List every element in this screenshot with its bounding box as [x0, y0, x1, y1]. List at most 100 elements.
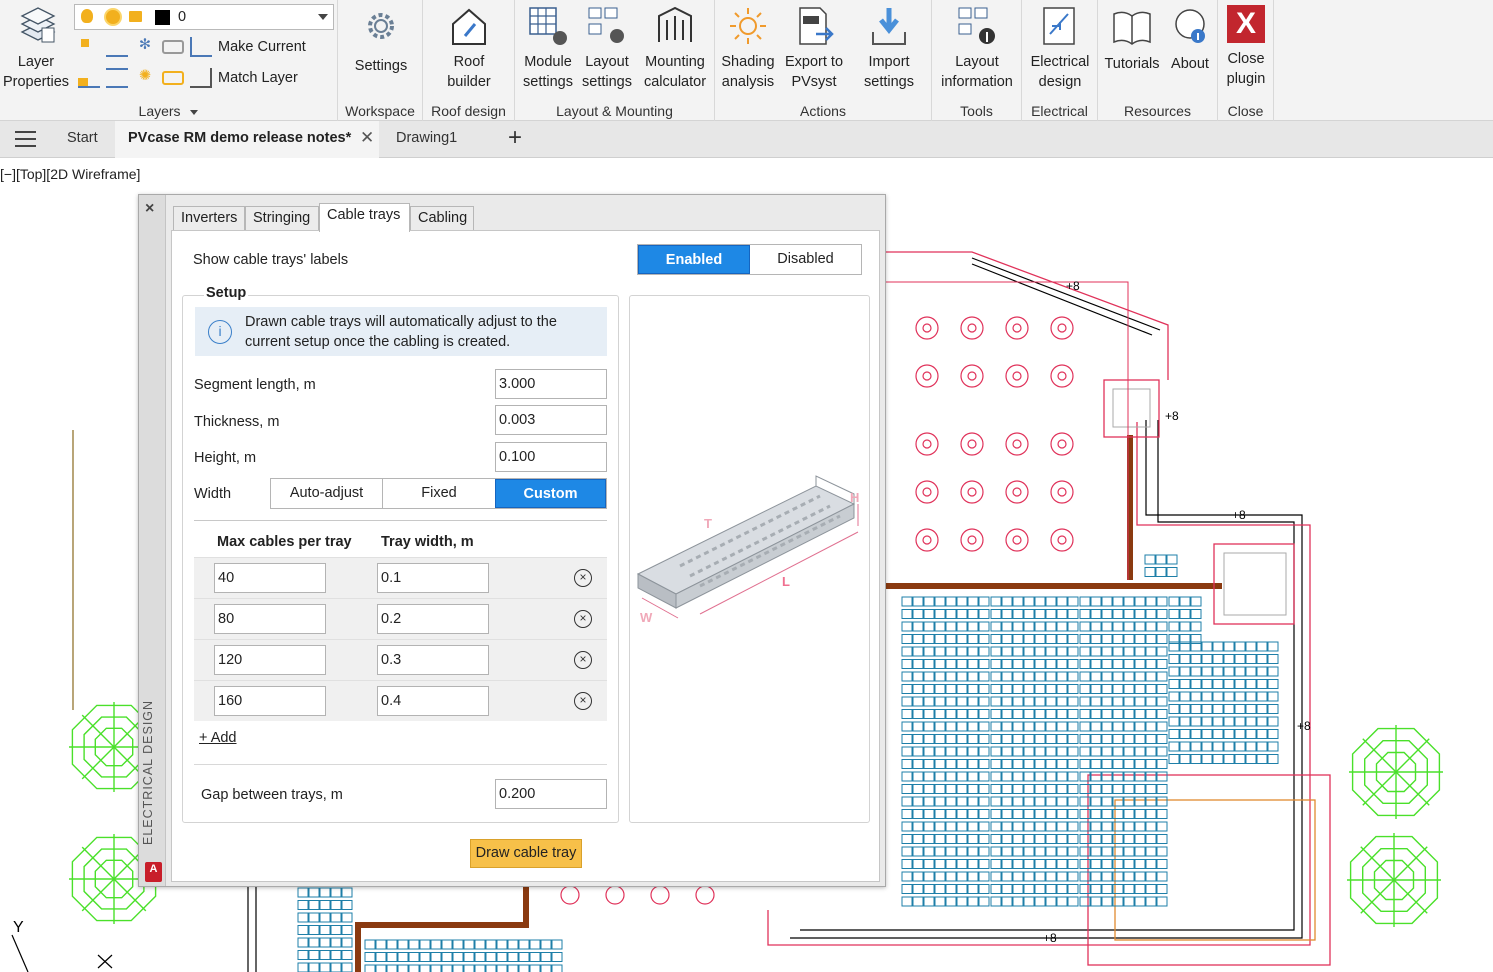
height-input[interactable]: [495, 442, 607, 472]
pv-module: [308, 962, 320, 972]
viewport-controls-label[interactable]: [−][Top][2D Wireframe]: [0, 166, 140, 182]
tab-active[interactable]: PVcase RM demo release notes* ✕: [115, 121, 379, 158]
layer-freeze-icon[interactable]: ✻: [134, 37, 156, 57]
electrical-design-button[interactable]: Electrical design: [1024, 4, 1096, 92]
tab-drawing1[interactable]: Drawing1: [396, 130, 457, 146]
custom-option[interactable]: Custom: [495, 479, 606, 508]
pv-module: [1145, 696, 1157, 707]
pv-module: [1023, 884, 1035, 894]
close-icon[interactable]: ×: [145, 200, 154, 218]
pv-module: [945, 846, 957, 857]
pv-module: [978, 609, 990, 619]
pole-marker: [922, 371, 932, 381]
layer-thaw-icon[interactable]: ✺: [134, 68, 156, 88]
pv-module: [341, 912, 353, 923]
width-label: Width: [194, 486, 232, 502]
pv-module: [1234, 729, 1246, 739]
pv-module: [923, 621, 935, 632]
tab-cabling[interactable]: Cabling: [410, 206, 474, 231]
pv-module: [474, 939, 486, 950]
palette-title-strip[interactable]: × ELECTRICAL DESIGN A: [139, 195, 166, 886]
pv-module: [1245, 741, 1257, 752]
remove-row-icon[interactable]: ×: [574, 651, 592, 669]
pv-module: [945, 621, 957, 632]
layer-off-icon[interactable]: [78, 37, 100, 57]
pole-marker: [1012, 535, 1022, 545]
pv-module: [901, 846, 913, 857]
pv-module: [1123, 796, 1135, 807]
segment-length-input[interactable]: [495, 369, 607, 399]
auto-adjust-option[interactable]: Auto-adjust: [271, 479, 383, 508]
layout-information-button[interactable]: Layout information: [934, 4, 1020, 92]
import-settings-button[interactable]: Import settings: [851, 4, 927, 92]
module-settings-button[interactable]: Module settings: [519, 4, 577, 92]
make-current-row: ✻ Make Current: [78, 37, 306, 57]
thickness-input[interactable]: [495, 405, 607, 435]
shading-analysis-button[interactable]: Shading analysis: [717, 4, 779, 92]
remove-row-icon[interactable]: ×: [574, 569, 592, 587]
layer-walk-icon[interactable]: [78, 68, 100, 88]
pole-marker: [1005, 528, 1029, 552]
max-cables-input[interactable]: [214, 645, 326, 675]
gap-input[interactable]: [495, 779, 607, 809]
layer-properties-button[interactable]: Layer Properties: [2, 4, 70, 92]
add-row-link[interactable]: + Add: [199, 730, 237, 746]
layers-panel-title[interactable]: Layers: [0, 103, 337, 119]
settings-button[interactable]: Settings: [346, 4, 416, 76]
export-pvsyst-button[interactable]: Export to PVsyst: [781, 4, 847, 92]
pv-module: [912, 896, 924, 907]
tab-cable-trays[interactable]: Cable trays: [319, 203, 410, 232]
layer-lock-icon[interactable]: [162, 40, 184, 54]
mounting-calculator-button[interactable]: Mounting calculator: [639, 4, 711, 92]
disabled-option[interactable]: Disabled: [750, 245, 861, 274]
pv-module: [330, 962, 342, 972]
pv-module: [1056, 609, 1068, 619]
enabled-option[interactable]: Enabled: [638, 245, 750, 274]
tab-start[interactable]: Start: [67, 130, 98, 146]
close-icon[interactable]: ✕: [360, 128, 374, 148]
tray-width-input[interactable]: [377, 645, 489, 675]
tab-inverters[interactable]: Inverters: [173, 206, 245, 231]
close-plugin-button[interactable]: X Close plugin: [1220, 4, 1272, 89]
max-cables-input[interactable]: [214, 604, 326, 634]
hamburger-menu-icon[interactable]: [15, 131, 36, 147]
remove-row-icon[interactable]: ×: [574, 610, 592, 628]
pv-module: [1212, 754, 1224, 764]
add-tab-button[interactable]: +: [508, 124, 522, 152]
layer-unlock-icon[interactable]: [162, 71, 184, 85]
match-layer-button[interactable]: Match Layer: [190, 68, 298, 88]
max-cables-input[interactable]: [214, 686, 326, 716]
pv-module: [1045, 596, 1057, 607]
pv-module: [1168, 609, 1180, 619]
make-current-button[interactable]: Make Current: [190, 37, 306, 57]
pole-marker: [960, 432, 984, 456]
pv-module: [1123, 834, 1135, 844]
pv-module: [319, 912, 331, 923]
layer-isolate-icon[interactable]: [106, 37, 128, 57]
layout-settings-button[interactable]: Layout settings: [579, 4, 635, 92]
layer-state-icon[interactable]: [106, 68, 128, 88]
tutorials-button[interactable]: Tutorials: [1100, 4, 1164, 74]
tray-width-input[interactable]: [377, 563, 489, 593]
pv-module: [1034, 809, 1046, 819]
max-cables-input[interactable]: [214, 563, 326, 593]
pv-module: [967, 884, 979, 894]
fixed-option[interactable]: Fixed: [383, 479, 495, 508]
pv-module: [934, 621, 946, 632]
remove-row-icon[interactable]: ×: [574, 692, 592, 710]
about-button[interactable]: About: [1166, 4, 1214, 74]
pv-module: [1245, 754, 1257, 764]
tray-width-input[interactable]: [377, 604, 489, 634]
pv-module: [934, 696, 946, 707]
tray-width-input[interactable]: [377, 686, 489, 716]
pole-marker: [915, 316, 939, 340]
pv-module: [1001, 609, 1013, 619]
pv-module: [934, 784, 946, 794]
tab-stringing[interactable]: Stringing: [245, 206, 319, 231]
pv-module: [912, 646, 924, 657]
draw-cable-tray-button[interactable]: Draw cable tray: [470, 839, 582, 868]
roof-builder-button[interactable]: Roof builder: [433, 4, 505, 92]
pv-module: [1123, 609, 1135, 619]
pv-module: [1067, 759, 1079, 769]
layer-dropdown[interactable]: 0: [74, 4, 334, 30]
